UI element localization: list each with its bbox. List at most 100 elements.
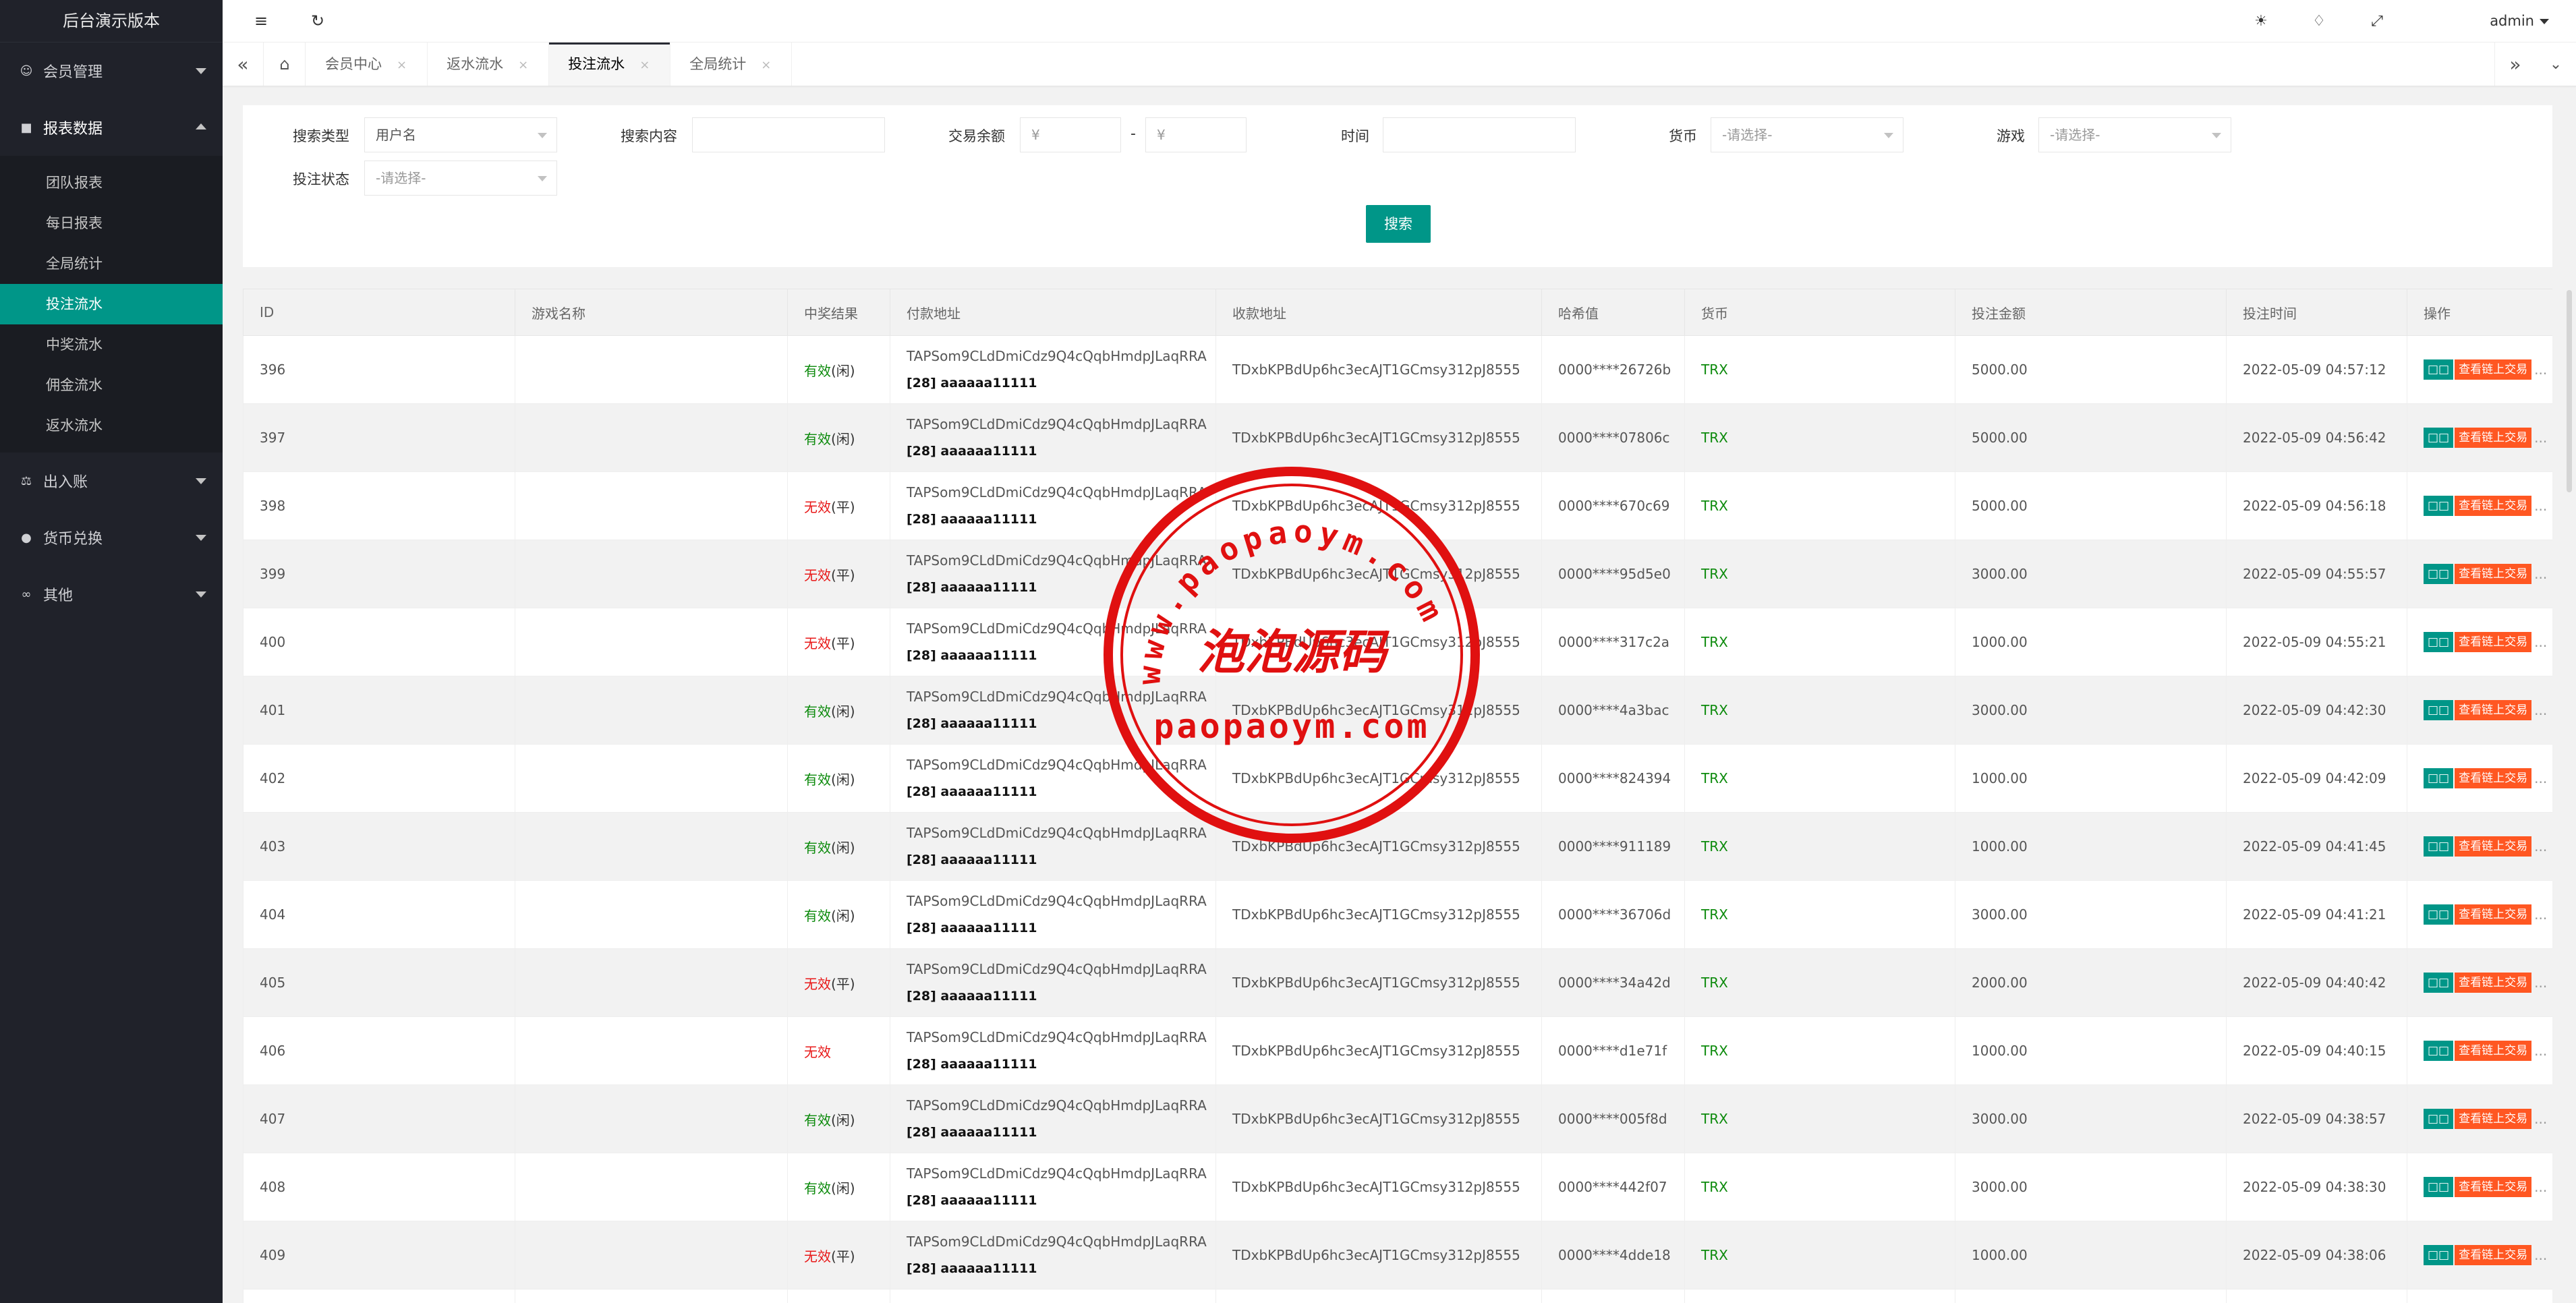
view-chain-tx-button[interactable]: 查看链上交易 [2455, 904, 2532, 925]
bet-status-select[interactable]: -请选择- [364, 161, 557, 196]
detail-button[interactable]: □□ [2424, 973, 2454, 993]
detail-button[interactable]: □□ [2424, 836, 2454, 857]
view-chain-tx-button[interactable]: 查看链上交易 [2455, 428, 2532, 448]
tabs-scroll-right-icon[interactable]: » [2494, 42, 2536, 86]
sidebar-item-daily-report[interactable]: 每日报表 [0, 203, 223, 243]
sidebar-group-label: 报表数据 [43, 121, 103, 138]
more-text: ... [2534, 566, 2548, 582]
chevron-down-icon [196, 478, 206, 484]
detail-button[interactable]: □□ [2424, 564, 2454, 584]
cell-actions: □□查看链上交易... [2407, 403, 2552, 472]
view-chain-tx-button[interactable]: 查看链上交易 [2455, 768, 2532, 788]
cell-result: 有效(闲) [787, 880, 890, 949]
detail-button[interactable]: □□ [2424, 632, 2454, 652]
pay-user: [28] aaaaaa11111 [907, 784, 1037, 799]
detail-button[interactable]: □□ [2424, 1245, 2454, 1265]
cell-currency: TRX [1684, 1289, 1955, 1303]
detail-button[interactable]: □□ [2424, 1177, 2454, 1197]
search-content-input[interactable] [692, 117, 885, 152]
sidebar-group-exchange[interactable]: ● 货币兑换 [0, 509, 223, 566]
view-chain-tx-button[interactable]: 查看链上交易 [2455, 700, 2532, 720]
currency-select[interactable]: -请选择- [1711, 117, 1904, 152]
game-select[interactable]: -请选择- [2038, 117, 2231, 152]
sidebar-group-accounts[interactable]: ⚖ 出入账 [0, 453, 223, 509]
more-text: ... [2534, 1043, 2548, 1059]
cell-amount: 1000.00 [1955, 1016, 2227, 1085]
detail-button[interactable]: □□ [2424, 496, 2454, 516]
sidebar-group-members[interactable]: ☺ 会员管理 [0, 42, 223, 99]
detail-button[interactable]: □□ [2424, 904, 2454, 925]
fullscreen-icon[interactable]: ⤢ [2366, 9, 2388, 32]
view-chain-tx-button[interactable]: 查看链上交易 [2455, 359, 2532, 380]
search-panel: 搜索类型 用户名 搜索内容 交易余额 ¥ - ¥ 时间 货币 -请选择- 游戏 … [243, 105, 2552, 267]
pay-address: TAPSom9CLdDmiCdz9Q4cQqbHmdpJLaqRRA [907, 1234, 1207, 1250]
tab-member-center[interactable]: 会员中心 × [306, 42, 428, 86]
sidebar-item-commission-flow[interactable]: 佣金流水 [0, 365, 223, 405]
detail-button[interactable]: □□ [2424, 768, 2454, 788]
theme-icon[interactable]: ☀ [2250, 9, 2272, 32]
tab-bet-flow[interactable]: 投注流水 × [549, 42, 671, 86]
balance-max-input[interactable]: ¥ [1145, 117, 1247, 152]
sidebar-item-win-flow[interactable]: 中奖流水 [0, 324, 223, 365]
pay-user: [28] aaaaaa11111 [907, 444, 1037, 459]
view-chain-tx-button[interactable]: 查看链上交易 [2455, 973, 2532, 993]
view-chain-tx-button[interactable]: 查看链上交易 [2455, 1177, 2532, 1197]
tab-rebate-flow[interactable]: 返水流水 × [428, 42, 550, 86]
tabs-scroll-left-icon[interactable]: « [223, 42, 264, 86]
view-chain-tx-button[interactable]: 查看链上交易 [2455, 632, 2532, 652]
cell-pay-address: TAPSom9CLdDmiCdz9Q4cQqbHmdpJLaqRRA [28] a… [890, 880, 1216, 949]
detail-button[interactable]: □□ [2424, 428, 2454, 448]
user-menu[interactable]: admin [2490, 0, 2549, 42]
tab-global-stats[interactable]: 全局统计 × [670, 42, 793, 86]
sidebar-item-global-stats[interactable]: 全局统计 [0, 243, 223, 284]
view-chain-tx-button[interactable]: 查看链上交易 [2455, 836, 2532, 857]
chevron-down-icon [196, 535, 206, 541]
close-icon[interactable]: × [397, 58, 407, 72]
cell-recv-address: TDxbKPBdUp6hc3ecAJT1GCmsy312pJ8555 [1215, 1289, 1542, 1303]
balance-min-input[interactable]: ¥ [1020, 117, 1121, 152]
pay-user: [28] aaaaaa11111 [907, 716, 1037, 731]
game-label: 游戏 [1997, 128, 2025, 144]
sidebar-item-team-report[interactable]: 团队报表 [0, 163, 223, 203]
search-type-select[interactable]: 用户名 [364, 117, 557, 152]
sidebar-group-reports[interactable]: ■ 报表数据 [0, 99, 223, 156]
close-icon[interactable]: × [518, 58, 528, 72]
result-kind: (闲) [831, 430, 855, 447]
menu-toggle-icon[interactable]: ≡ [250, 9, 273, 32]
close-icon[interactable]: × [639, 58, 650, 72]
tag-icon[interactable]: ♢ [2308, 9, 2330, 32]
pay-address: TAPSom9CLdDmiCdz9Q4cQqbHmdpJLaqRRA [907, 1165, 1207, 1182]
sidebar-item-rebate-flow[interactable]: 返水流水 [0, 405, 223, 446]
view-chain-tx-button[interactable]: 查看链上交易 [2455, 496, 2532, 516]
cell-recv-address: TDxbKPBdUp6hc3ecAJT1GCmsy312pJ8555 [1215, 880, 1542, 949]
sidebar-group-other[interactable]: ∞ 其他 [0, 566, 223, 622]
refresh-icon[interactable]: ↻ [306, 9, 329, 32]
currency-prefix: ¥ [1157, 127, 1166, 143]
view-chain-tx-button[interactable]: 查看链上交易 [2455, 1109, 2532, 1129]
cell-hash: 0000****005f8d [1541, 1084, 1685, 1153]
detail-button[interactable]: □□ [2424, 700, 2454, 720]
search-button[interactable]: 搜索 [1366, 205, 1431, 243]
result-kind: (平) [831, 975, 855, 992]
time-input[interactable] [1383, 117, 1576, 152]
detail-button[interactable]: □□ [2424, 1109, 2454, 1129]
cell-amount: 1000.00 [1955, 1221, 2227, 1290]
close-icon[interactable]: × [761, 58, 771, 72]
detail-button[interactable]: □□ [2424, 359, 2454, 380]
pay-user: [28] aaaaaa11111 [907, 376, 1037, 390]
sidebar-item-bet-flow[interactable]: 投注流水 [0, 284, 223, 324]
cell-time: 2022-05-09 04:56:42 [2226, 403, 2407, 472]
scrollbar[interactable] [2567, 290, 2572, 492]
more-text: ... [2534, 1179, 2548, 1195]
view-chain-tx-button[interactable]: 查看链上交易 [2455, 1041, 2532, 1061]
result-kind: (平) [831, 635, 855, 652]
detail-button[interactable]: □□ [2424, 1041, 2454, 1061]
view-chain-tx-button[interactable]: 查看链上交易 [2455, 564, 2532, 584]
tabs-menu-chevron-down-icon[interactable]: ⌄ [2536, 42, 2576, 86]
pay-address: TAPSom9CLdDmiCdz9Q4cQqbHmdpJLaqRRA [907, 825, 1207, 841]
top-header: ≡ ↻ ☀ ♢ ⤢ admin [223, 0, 2576, 42]
view-chain-tx-button[interactable]: 查看链上交易 [2455, 1245, 2532, 1265]
result-status: 无效 [804, 498, 831, 515]
cell-game-name [515, 812, 788, 881]
home-icon[interactable]: ⌂ [264, 42, 306, 86]
